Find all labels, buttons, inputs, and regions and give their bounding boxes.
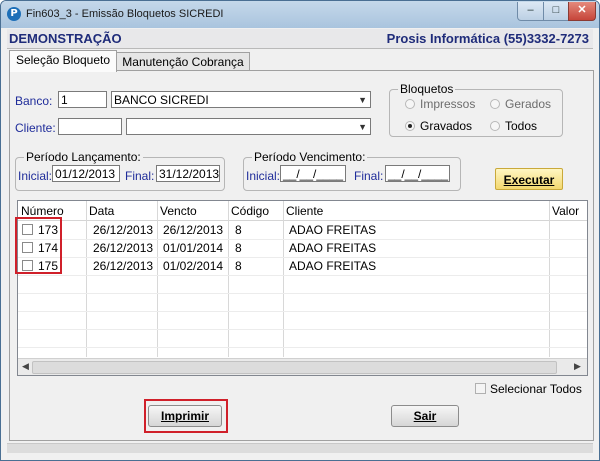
col-numero[interactable]: Número [21,204,64,218]
cell-cliente: ADAO FREITAS [289,223,377,237]
scroll-right-icon[interactable]: ▶ [574,361,581,372]
col-cliente[interactable]: Cliente [286,204,323,218]
lancamento-final-label: Final: [125,169,155,183]
scroll-left-icon[interactable]: ◀ [22,361,29,372]
mode-label: DEMONSTRAÇÃO [9,31,122,46]
table-row[interactable]: 174 26/12/2013 01/01/2014 8 ADAO FREITAS [18,239,587,258]
cell-cliente: ADAO FREITAS [289,259,377,273]
table-row[interactable]: 173 26/12/2013 26/12/2013 8 ADAO FREITAS [18,221,587,240]
cliente-code-input[interactable] [58,118,122,135]
banco-select[interactable]: BANCO SICREDI ▼ [111,91,371,108]
cell-data: 26/12/2013 [93,241,154,255]
radio-circle-icon [405,99,415,109]
main-window: P Fin603_3 - Emissão Bloquetos SICREDI –… [0,0,600,461]
table-row-empty [18,293,587,312]
vencimento-inicial-input[interactable]: __/__/____ [280,165,346,182]
banco-label: Banco: [15,94,53,108]
sair-button[interactable]: Sair [391,405,459,427]
table-header: Número Data Vencto Código Cliente Valor [18,201,587,221]
banco-code-input[interactable]: 1 [58,91,107,108]
radio-todos-label: Todos [505,119,538,133]
horizontal-scrollbar[interactable]: ◀ ▶ [18,358,587,375]
vencimento-inicial-label: Inicial: [246,169,281,183]
minimize-button[interactable]: – [517,2,544,21]
maximize-button[interactable]: □ [543,2,569,21]
app-icon: P [7,7,21,21]
radio-circle-icon [490,99,500,109]
cell-vencto: 01/01/2014 [163,241,224,255]
vencimento-final-input[interactable]: __/__/____ [385,165,450,182]
lancamento-inicial-label: Inicial: [18,169,53,183]
selecionar-todos-label: Selecionar Todos [490,382,582,396]
radio-circle-icon [490,121,500,131]
tab-selecao-bloqueto[interactable]: Seleção Bloqueto [9,50,117,72]
cell-vencto: 01/02/2014 [163,259,224,273]
chevron-down-icon: ▼ [358,122,367,132]
status-bar [7,443,593,453]
cell-codigo: 8 [235,241,242,255]
periodo-vencimento-title: Período Vencimento: [252,150,368,164]
table-row-empty [18,275,587,294]
highlight-imprimir-box [144,399,228,433]
radio-gerados-label: Gerados [505,97,552,111]
title-bar[interactable]: P Fin603_3 - Emissão Bloquetos SICREDI –… [1,1,599,28]
radio-gravados-label: Gravados [420,119,473,133]
banco-select-value: BANCO SICREDI [114,93,209,107]
header-bar: DEMONSTRAÇÃO Prosis Informática (55)3332… [7,29,593,49]
vencimento-final-label: Final: [354,169,384,183]
cell-codigo: 8 [235,223,242,237]
cliente-label: Cliente: [15,121,56,135]
cell-data: 26/12/2013 [93,259,154,273]
tab-manutencao-cobranca[interactable]: Manutenção Cobrança [116,52,250,72]
cliente-select[interactable]: ▼ [126,118,371,135]
executar-button[interactable]: Executar [495,168,563,190]
highlight-rows-box [15,217,62,274]
radio-impressos-label: Impressos [420,97,476,111]
table-row[interactable]: 175 26/12/2013 01/02/2014 8 ADAO FREITAS [18,257,587,276]
col-vencto[interactable]: Vencto [160,204,197,218]
lancamento-final-input[interactable]: 31/12/2013 [156,165,220,182]
bloquetos-group-title: Bloquetos [398,82,456,96]
cell-cliente: ADAO FREITAS [289,241,377,255]
bloquetos-table[interactable]: Número Data Vencto Código Cliente Valor … [17,200,588,376]
periodo-lancamento-title: Período Lançamento: [24,150,143,164]
cell-codigo: 8 [235,259,242,273]
company-label: Prosis Informática (55)3332-7273 [386,31,589,46]
radio-selected-icon [405,121,415,131]
table-row-empty [18,329,587,348]
cell-vencto: 26/12/2013 [163,223,224,237]
close-button[interactable]: ✕ [568,2,596,21]
col-data[interactable]: Data [89,204,114,218]
col-codigo[interactable]: Código [231,204,269,218]
checkbox-icon [475,383,486,394]
lancamento-inicial-input[interactable]: 01/12/2013 [52,165,120,182]
scroll-thumb[interactable] [32,361,557,374]
chevron-down-icon: ▼ [358,95,367,105]
table-row-empty [18,311,587,330]
window-title: Fin603_3 - Emissão Bloquetos SICREDI [26,8,224,20]
col-valor[interactable]: Valor [552,204,579,218]
cell-data: 26/12/2013 [93,223,154,237]
